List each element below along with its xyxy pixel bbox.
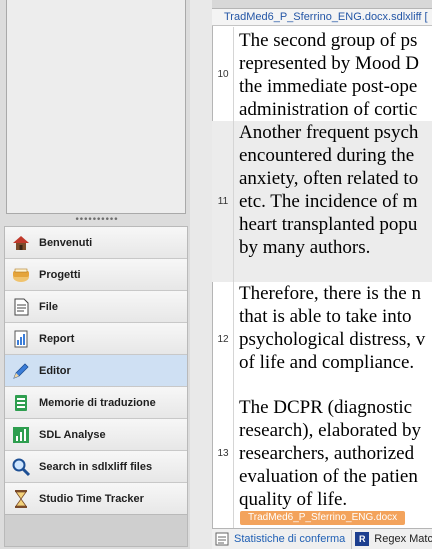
navigation-buttons: Benvenuti Progetti File Report Editor Me… <box>4 226 188 516</box>
segment-target-text[interactable]: Therefore, there is the n that is able t… <box>239 282 432 374</box>
segment-line: encountered during the <box>239 145 415 166</box>
home-icon <box>10 232 32 254</box>
segment-line: quality of life. <box>239 489 348 510</box>
nav-item-report[interactable]: Report <box>5 323 187 355</box>
nav-label: Memorie di traduzione <box>39 396 156 409</box>
segment-line: The second group of ps <box>239 30 418 51</box>
bottom-tab-bar: Statistiche di conferma R Regex Matc <box>212 528 432 549</box>
file-icon <box>10 296 32 318</box>
segment-number-cell: 12 <box>212 282 234 396</box>
nav-label: SDL Analyse <box>39 428 106 441</box>
segment-line: heart transplanted popu <box>239 214 418 235</box>
nav-label: Report <box>39 332 75 345</box>
file-tab[interactable]: TradMed6_P_Sferrino_ENG.docx.sdlxliff [ <box>212 9 432 26</box>
nav-label: Benvenuti <box>39 236 93 249</box>
nav-label: Progetti <box>39 268 81 281</box>
document-end-tag[interactable]: TradMed6_P_Sferrino_ENG.docx <box>240 511 406 525</box>
nav-label: Studio Time Tracker <box>39 493 144 505</box>
segment-line: by many authors. <box>239 237 371 258</box>
segment-line: of life and compliance. <box>239 352 415 373</box>
segment-row[interactable]: 12 Therefore, there is the n that is abl… <box>212 282 432 396</box>
nav-item-benvenuti[interactable]: Benvenuti <box>5 227 187 259</box>
nav-item-progetti[interactable]: Progetti <box>5 259 187 291</box>
segment-number-cell: 13 <box>212 396 234 528</box>
editor-top-strip <box>212 0 432 9</box>
segment-line: researchers, authorized <box>239 443 415 464</box>
hourglass-icon <box>10 488 32 510</box>
editor-pen-icon <box>10 360 32 382</box>
segment-line: anxiety, often related to <box>239 168 419 189</box>
nav-item-search-sdlxliff[interactable]: Search in sdlxliff files <box>5 451 187 483</box>
segment-line: Therefore, there is the n <box>239 283 421 304</box>
tab-label: Statistiche di conferma <box>234 533 346 545</box>
nav-overflow-strip <box>4 514 188 547</box>
segment-number: 11 <box>217 196 229 207</box>
nav-label: Editor <box>39 364 71 377</box>
segment-target-text[interactable]: Another frequent psych encountered durin… <box>239 121 432 259</box>
nav-item-editor[interactable]: Editor <box>5 355 187 387</box>
segment-row[interactable]: 13 The DCPR (diagnostic research), elabo… <box>212 396 432 528</box>
segment-number-cell: 11 <box>212 121 234 282</box>
segment-number: 12 <box>217 334 229 345</box>
tab-label: Regex Matc <box>374 533 432 545</box>
segment-line: etc. The incidence of m <box>239 191 418 212</box>
segment-line: research), elaborated by <box>239 420 421 441</box>
nav-item-file[interactable]: File <box>5 291 187 323</box>
regex-r-icon: R <box>355 532 370 546</box>
tab-regex-match[interactable]: R Regex Matc <box>352 530 432 549</box>
segment-line: the immediate post-ope <box>239 76 418 97</box>
segment-line: psychological distress, v <box>239 329 426 350</box>
nav-item-memorie[interactable]: Memorie di traduzione <box>5 387 187 419</box>
file-tab-label: TradMed6_P_Sferrino_ENG.docx.sdlxliff [ <box>224 11 428 23</box>
segment-row[interactable]: 10 The second group of ps represented by… <box>212 27 432 121</box>
report-icon <box>10 328 32 350</box>
segment-number: 13 <box>217 448 229 459</box>
tab-statistiche-di-conferma[interactable]: Statistiche di conferma <box>212 529 353 549</box>
nav-item-sdl-analyse[interactable]: SDL Analyse <box>5 419 187 451</box>
segment-number: 10 <box>217 69 229 80</box>
translation-memory-icon <box>10 392 32 414</box>
nav-label: File <box>39 300 58 313</box>
statistics-icon <box>215 532 229 546</box>
segment-line: The DCPR (diagnostic <box>239 397 413 418</box>
segment-line: that is able to take into <box>239 306 412 327</box>
segment-target-text[interactable]: The second group of ps represented by Mo… <box>239 29 432 121</box>
segment-line: represented by Mood D <box>239 53 419 74</box>
segment-line: Another frequent psych <box>239 122 419 143</box>
search-icon <box>10 456 32 478</box>
segment-number-cell: 10 <box>212 27 234 121</box>
analyse-chart-icon <box>10 424 32 446</box>
segment-line: evaluation of the patien <box>239 466 418 487</box>
segment-target-text[interactable]: The DCPR (diagnostic research), elaborat… <box>239 396 432 511</box>
nav-label: Search in sdlxliff files <box>39 460 153 473</box>
segment-row[interactable]: 11 Another frequent psych encountered du… <box>212 121 432 282</box>
segment-line: administration of cortic <box>239 99 418 120</box>
projects-icon <box>10 264 32 286</box>
nav-item-time-tracker[interactable]: Studio Time Tracker <box>5 483 187 515</box>
left-panel: •••••••••• Benvenuti Progetti File Repor… <box>0 0 190 549</box>
navigation-tree-area <box>6 0 186 214</box>
